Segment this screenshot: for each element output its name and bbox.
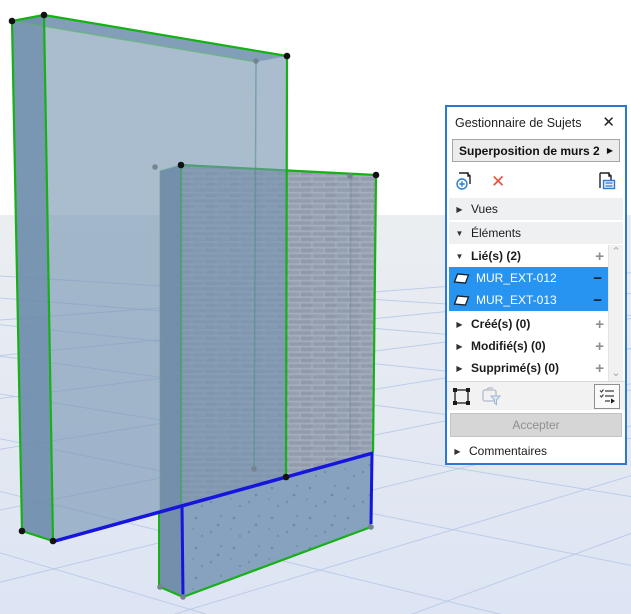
add-modified-button[interactable]: + bbox=[595, 339, 604, 354]
wall-large-mur-ext-012[interactable] bbox=[10, 13, 289, 543]
panel-title: Gestionnaire de Sujets bbox=[455, 115, 582, 130]
filter-elements-icon-disabled bbox=[482, 386, 502, 405]
topic-manager-panel: Gestionnaire de Sujets ✕ Superposition d… bbox=[445, 105, 627, 465]
dropdown-arrow-icon: ▶ bbox=[606, 146, 613, 155]
group-created-label: Créé(s) (0) bbox=[471, 317, 531, 331]
group-created[interactable]: ▶ Créé(s) (0) + bbox=[449, 313, 608, 335]
group-modified[interactable]: ▶ Modifié(s) (0) + bbox=[449, 335, 608, 357]
group-linked[interactable]: ▼ Lié(s) (2) + bbox=[449, 245, 608, 267]
section-elements-label: Éléments bbox=[471, 226, 522, 240]
add-created-button[interactable]: + bbox=[595, 317, 604, 332]
chevron-right-icon: ▶ bbox=[456, 204, 463, 214]
scroll-down-icon[interactable]: ⌄ bbox=[611, 368, 620, 379]
chevron-right-icon: ▶ bbox=[456, 363, 463, 373]
section-commentaires-label: Commentaires bbox=[469, 444, 548, 458]
new-topic-icon[interactable] bbox=[455, 171, 475, 191]
wall-icon bbox=[453, 295, 470, 306]
section-vues[interactable]: ▶ Vues bbox=[449, 198, 623, 220]
group-modified-label: Modifié(s) (0) bbox=[471, 339, 546, 353]
item-label: MUR_EXT-013 bbox=[476, 293, 557, 307]
checklist-icon bbox=[599, 389, 615, 404]
remove-item-button[interactable]: − bbox=[593, 293, 602, 308]
elements-list: ▼ Lié(s) (2) + MUR_EXT-012 − MUR_EXT-013 bbox=[449, 245, 623, 381]
group-linked-label: Lié(s) (2) bbox=[471, 249, 522, 263]
list-item-mur-ext-012[interactable]: MUR_EXT-012 − bbox=[449, 267, 608, 289]
scroll-up-icon[interactable]: ⌃ bbox=[611, 247, 620, 258]
section-vues-label: Vues bbox=[471, 202, 498, 216]
topic-selector-dropdown[interactable]: Superposition de murs 2 ▶ bbox=[452, 139, 620, 162]
marquee-select-icon[interactable] bbox=[452, 387, 471, 406]
add-linked-button[interactable]: + bbox=[595, 249, 604, 264]
delete-topic-icon[interactable]: ✕ bbox=[491, 173, 505, 190]
panel-titlebar: Gestionnaire de Sujets ✕ bbox=[447, 107, 625, 138]
chevron-right-icon: ▶ bbox=[454, 446, 461, 456]
section-elements[interactable]: ▼ Éléments bbox=[449, 222, 623, 244]
chevron-right-icon: ▶ bbox=[456, 341, 463, 351]
group-deleted-label: Supprimé(s) (0) bbox=[471, 361, 560, 375]
wall-icon bbox=[453, 273, 470, 284]
topic-settings-icon[interactable] bbox=[597, 171, 617, 191]
panel-toolrow bbox=[447, 381, 625, 410]
section-commentaires[interactable]: ▶ Commentaires bbox=[447, 439, 625, 463]
chevron-down-icon: ▼ bbox=[455, 251, 464, 261]
chevron-down-icon: ▼ bbox=[455, 228, 464, 238]
list-scrollbar[interactable]: ⌃ ⌄ bbox=[608, 245, 623, 381]
remove-item-button[interactable]: − bbox=[593, 271, 602, 286]
list-item-mur-ext-013[interactable]: MUR_EXT-013 − bbox=[449, 289, 608, 311]
panel-toolbar: ✕ bbox=[447, 166, 625, 196]
close-icon[interactable]: ✕ bbox=[600, 114, 617, 131]
add-deleted-button[interactable]: + bbox=[595, 361, 604, 376]
topic-selector-value: Superposition de murs 2 bbox=[459, 143, 600, 158]
chevron-right-icon: ▶ bbox=[456, 319, 463, 329]
application-window: Gestionnaire de Sujets ✕ Superposition d… bbox=[0, 0, 631, 614]
group-deleted[interactable]: ▶ Supprimé(s) (0) + bbox=[449, 357, 608, 379]
item-label: MUR_EXT-012 bbox=[476, 271, 557, 285]
detail-list-options-button[interactable] bbox=[594, 383, 620, 409]
accept-button-label: Accepter bbox=[512, 418, 560, 432]
accept-button-disabled[interactable]: Accepter bbox=[450, 413, 622, 437]
